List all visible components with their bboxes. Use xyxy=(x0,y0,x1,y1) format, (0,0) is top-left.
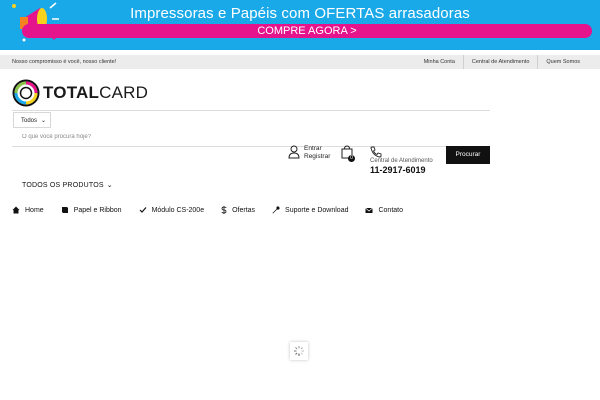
search-button[interactable]: Procurar xyxy=(446,146,490,164)
cart-button[interactable]: 0 xyxy=(340,145,356,163)
chevron-down-icon: ⌄ xyxy=(40,118,46,124)
account-links[interactable]: Entrar Registrar xyxy=(288,145,330,161)
chevron-down-icon: ⌄ xyxy=(106,182,113,189)
logo-text-bold: TOTAL xyxy=(43,83,100,102)
all-products-label: TODOS OS PRODUTOS xyxy=(22,182,104,189)
about-us-link[interactable]: Quem Somos xyxy=(537,55,588,69)
top-links: Minha Conta Central de Atendimento Quem … xyxy=(416,55,588,69)
nav-label: Módulo CS-200e xyxy=(151,206,205,214)
promo-title: Impressoras e Papéis com OFERTAS arrasad… xyxy=(130,5,470,22)
nav-item-support[interactable]: Suporte e Download xyxy=(272,206,348,214)
nav-label: Contato xyxy=(378,206,404,214)
tagline: Nosso compromisso é você, nosso cliente! xyxy=(12,59,117,65)
nav-item-offers[interactable]: Ofertas xyxy=(221,206,255,214)
shop-now-button[interactable]: COMPRE AGORA > xyxy=(22,24,592,38)
top-bar: Nosso compromisso é você, nosso cliente!… xyxy=(0,55,600,69)
nav-label: Home xyxy=(25,206,44,214)
home-icon xyxy=(12,206,20,214)
nav-item-home[interactable]: Home xyxy=(12,206,44,214)
user-icon xyxy=(288,145,300,159)
category-select[interactable]: Todos ⌄ xyxy=(13,112,51,128)
loading-spinner xyxy=(290,342,308,360)
nav-label: Papel e Ribbon xyxy=(73,206,122,214)
category-value: Todos xyxy=(21,118,38,124)
nav-label: Ofertas xyxy=(232,206,256,214)
envelope-icon xyxy=(365,207,374,213)
logo-text-light: CARD xyxy=(99,83,149,102)
search-bar: Todos ⌄ xyxy=(12,110,490,147)
my-account-link[interactable]: Minha Conta xyxy=(416,55,463,69)
main-nav: Home Papel e Ribbon Módulo CS-200e Ofert… xyxy=(12,204,420,216)
promo-banner[interactable]: Impressoras e Papéis com OFERTAS arrasad… xyxy=(0,0,600,50)
login-link[interactable]: Entrar xyxy=(304,145,330,153)
spinner-icon xyxy=(294,346,304,356)
support-contact[interactable]: Central de Atendimento 11-2917-6019 xyxy=(370,145,450,175)
nav-label: Suporte e Download xyxy=(285,206,349,214)
all-products-menu[interactable]: TODOS OS PRODUTOS ⌄ xyxy=(22,181,113,189)
nav-item-module[interactable]: Módulo CS-200e xyxy=(139,206,205,214)
register-link[interactable]: Registrar xyxy=(304,153,330,161)
wrench-icon xyxy=(272,206,280,214)
search-input[interactable] xyxy=(22,132,422,142)
nav-item-paper-ribbon[interactable]: Papel e Ribbon xyxy=(61,206,122,214)
logo-wordmark: TOTALCARD xyxy=(43,83,148,103)
phone-icon xyxy=(370,146,382,158)
cart-count-badge: 0 xyxy=(348,155,355,162)
support-phone: 11-2917-6019 xyxy=(370,165,426,175)
logo[interactable]: TOTALCARD xyxy=(12,79,148,107)
support-label: Central de Atendimento xyxy=(370,158,433,164)
check-icon xyxy=(139,207,147,213)
dollar-icon xyxy=(221,206,227,214)
logo-mark-icon xyxy=(12,79,40,107)
support-center-link[interactable]: Central de Atendimento xyxy=(462,55,537,69)
book-icon xyxy=(61,207,68,213)
nav-item-contact[interactable]: Contato xyxy=(365,206,403,214)
